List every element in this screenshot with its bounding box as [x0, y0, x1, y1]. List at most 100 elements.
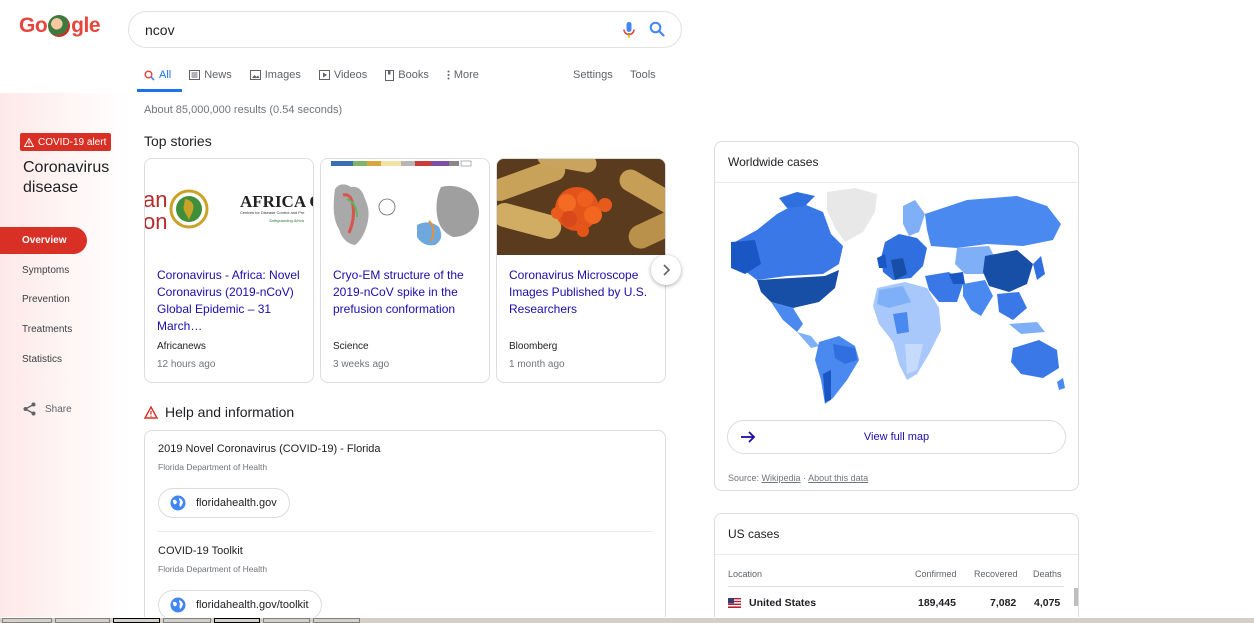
search-icon [144, 70, 155, 81]
story-thumbnail [497, 159, 665, 255]
tab-label: More [453, 69, 479, 81]
next-stories-button[interactable] [651, 255, 681, 285]
share-button[interactable]: Share [23, 402, 72, 416]
help-link-chip[interactable]: floridahealth.gov/toolkit [158, 590, 322, 620]
tab-label: Videos [333, 69, 368, 81]
map-source: Source: Wikipedia · About this data [728, 473, 868, 483]
story-thumbnail [321, 159, 489, 255]
map-region [779, 192, 815, 208]
african-union-emblem-icon [169, 189, 209, 229]
settings-link[interactable]: Settings [573, 69, 613, 81]
story-card[interactable]: Cryo-EM structure of the 2019-nCoV spike… [320, 158, 490, 383]
search-query-text: ncov [145, 21, 175, 38]
map-region [983, 250, 1033, 292]
thumb-sub2: Safeguarding Africa [269, 218, 304, 223]
column-header-deaths: Deaths [1033, 569, 1062, 579]
warning-icon [144, 405, 158, 419]
story-card[interactable]: an on AFRICA CD Centres for Disease Cont… [144, 158, 314, 383]
story-time: 12 hours ago [157, 359, 216, 370]
map-region [903, 200, 925, 236]
story-title[interactable]: Coronavirus Microscope Images Published … [509, 267, 661, 318]
news-icon [189, 70, 201, 80]
table-header-divider [728, 586, 1064, 587]
sidebar-item-overview[interactable]: Overview [0, 227, 87, 254]
tab-label: News [204, 69, 232, 81]
thumb-brand: AFRICA CD [240, 192, 313, 211]
tab-label: Books [398, 69, 429, 81]
more-vertical-icon [447, 70, 450, 80]
help-divider [158, 531, 652, 532]
story-title[interactable]: Coronavirus - Africa: Novel Coronavirus … [157, 267, 309, 335]
story-time: 1 month ago [509, 359, 565, 370]
taskbar-button[interactable] [263, 618, 310, 623]
disease-title: Coronavirus disease [23, 159, 110, 196]
about-data-link[interactable]: About this data [808, 473, 868, 483]
tab-label: All [159, 69, 172, 81]
taskbar-button[interactable] [2, 618, 52, 623]
story-card[interactable]: Coronavirus Microscope Images Published … [496, 158, 666, 383]
column-header-recovered: Recovered [974, 569, 1018, 579]
doodle-icon [48, 15, 71, 37]
us-cases-title: US cases [728, 527, 780, 541]
table-cell-location[interactable]: United States [749, 597, 816, 609]
chevron-right-icon [663, 264, 670, 276]
table-cell-confirmed: 189,445 [918, 597, 956, 609]
logo-text-right: gle [71, 14, 101, 37]
story-source: Bloomberg [509, 341, 558, 352]
tab-images[interactable]: Images [249, 67, 301, 83]
sidebar-item-treatments[interactable]: Treatments [22, 324, 72, 335]
taskbar-button[interactable] [214, 618, 260, 623]
help-link-chip[interactable]: floridahealth.gov [158, 488, 290, 518]
search-input[interactable]: ncov [128, 11, 682, 48]
help-link-label: floridahealth.gov/toolkit [196, 599, 309, 611]
google-logo[interactable]: Go gle [19, 14, 101, 38]
map-region [797, 332, 819, 348]
protein-structure-image [331, 160, 479, 246]
video-icon [318, 70, 330, 80]
results-count: About 85,000,000 results (0.54 seconds) [144, 104, 343, 116]
tab-news[interactable]: News [189, 67, 232, 83]
table-scrollbar[interactable] [1074, 588, 1078, 606]
card-divider [715, 554, 1078, 555]
globe-icon [170, 597, 186, 613]
image-icon [249, 70, 261, 80]
map-region [1057, 378, 1065, 390]
top-stories-title: Top stories [144, 133, 212, 149]
sidebar-item-statistics[interactable]: Statistics [22, 354, 62, 365]
tab-videos[interactable]: Videos [318, 67, 368, 83]
logo-text-left: Go [19, 14, 48, 37]
microphone-icon[interactable] [623, 21, 635, 42]
us-flag-icon [728, 598, 741, 608]
map-region [963, 280, 993, 316]
taskbar-button[interactable] [313, 618, 360, 623]
table-cell-deaths: 4,075 [1034, 597, 1061, 609]
world-map[interactable] [727, 184, 1067, 406]
help-item-title[interactable]: COVID-19 Toolkit [158, 545, 243, 557]
taskbar-button[interactable] [163, 618, 211, 623]
view-full-map-button[interactable]: View full map [727, 420, 1066, 454]
help-item-title[interactable]: 2019 Novel Coronavirus (COVID-19) - Flor… [158, 443, 381, 455]
source-separator: · [803, 473, 807, 483]
map-region [925, 196, 1061, 248]
taskbar-button[interactable] [55, 618, 110, 623]
map-region [1011, 340, 1059, 378]
tools-link[interactable]: Tools [630, 69, 656, 81]
table-cell-recovered: 7,082 [990, 597, 1017, 609]
taskbar-button[interactable] [113, 618, 160, 623]
map-region [1033, 256, 1045, 280]
tab-more[interactable]: More [447, 67, 479, 83]
tab-books[interactable]: Books [385, 67, 429, 83]
view-full-map-label: View full map [863, 431, 930, 443]
alert-label: COVID-19 alert [38, 136, 107, 148]
story-title[interactable]: Cryo-EM structure of the 2019-nCoV spike… [333, 267, 485, 318]
sidebar-item-prevention[interactable]: Prevention [22, 294, 70, 305]
thumb-text-b: on [145, 209, 168, 234]
help-link-label: floridahealth.gov [196, 497, 277, 509]
tab-all[interactable]: All [144, 67, 171, 83]
search-icon[interactable] [649, 21, 665, 40]
source-link[interactable]: Wikipedia [762, 473, 801, 483]
sidebar-item-symptoms[interactable]: Symptoms [22, 265, 69, 276]
map-region [1009, 322, 1045, 334]
help-item-org: Florida Department of Health [158, 564, 268, 574]
tab-label: Images [264, 69, 301, 81]
